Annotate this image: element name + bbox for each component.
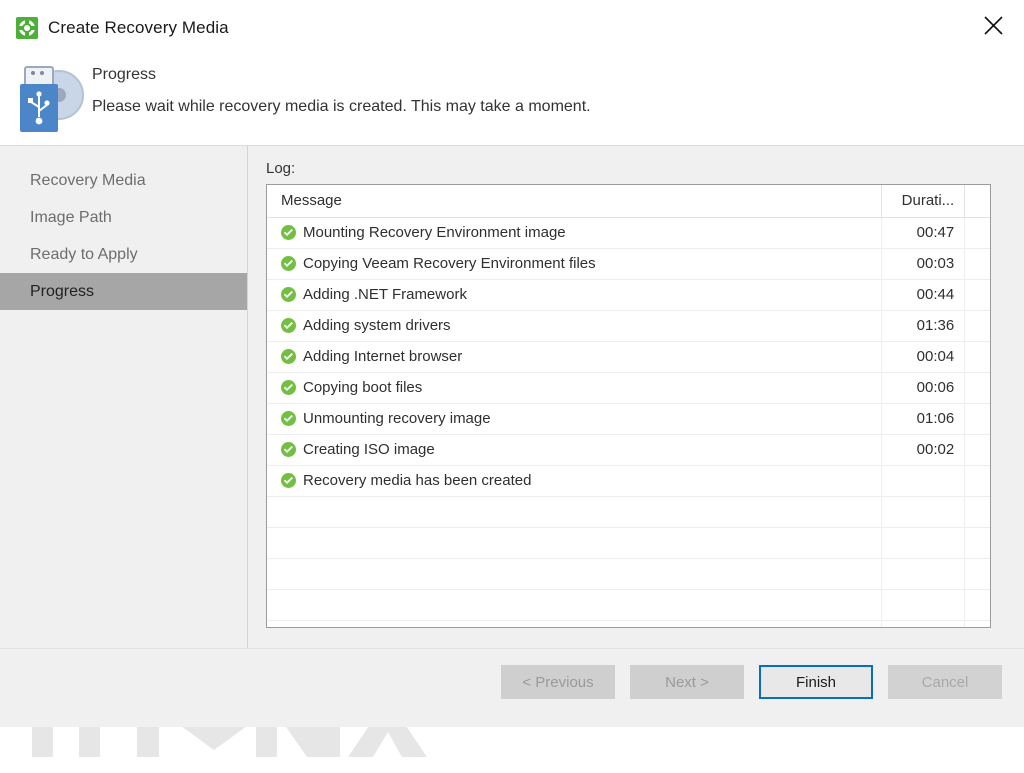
column-header-duration[interactable]: Durati... (881, 185, 966, 218)
table-row-empty (267, 496, 990, 528)
log-table: Message Durati... Mounting Recovery Envi… (267, 185, 990, 627)
sidebar-item-label: Ready to Apply (30, 245, 138, 263)
cancel-button[interactable]: Cancel (888, 665, 1002, 699)
sidebar-item-ready-to-apply[interactable]: Ready to Apply (0, 236, 247, 273)
row-spacer (964, 279, 990, 311)
sidebar-item-label: Image Path (30, 208, 112, 226)
log-duration: 01:36 (881, 310, 966, 342)
row-spacer (964, 403, 990, 435)
previous-button[interactable]: < Previous (501, 665, 615, 699)
dialog-header: Progress Please wait while recovery medi… (0, 56, 1024, 146)
log-duration: 00:04 (881, 341, 966, 373)
sidebar-item-label: Recovery Media (30, 171, 146, 189)
table-row[interactable]: Recovery media has been created (267, 465, 990, 497)
header-subtitle: Please wait while recovery media is crea… (92, 98, 591, 115)
success-check-icon (281, 318, 296, 333)
sidebar-item-progress[interactable]: Progress (0, 273, 247, 310)
log-message: Recovery media has been created (303, 472, 532, 489)
table-row-empty (267, 558, 990, 590)
table-row[interactable]: Mounting Recovery Environment image 00:4… (267, 217, 990, 249)
row-spacer (964, 310, 990, 342)
log-message: Creating ISO image (303, 441, 435, 458)
sidebar-item-image-path[interactable]: Image Path (0, 199, 247, 236)
log-duration: 00:44 (881, 279, 966, 311)
table-row[interactable]: Adding .NET Framework 00:44 (267, 279, 990, 311)
close-icon[interactable] (962, 0, 1024, 50)
log-message: Adding .NET Framework (303, 286, 467, 303)
success-check-icon (281, 442, 296, 457)
header-title: Progress (92, 66, 157, 83)
log-message: Unmounting recovery image (303, 410, 491, 427)
table-row[interactable]: Unmounting recovery image 01:06 (267, 403, 990, 435)
success-check-icon (281, 473, 296, 488)
window-title: Create Recovery Media (48, 18, 229, 37)
row-spacer (964, 217, 990, 249)
usb-disc-media-icon (0, 58, 92, 132)
table-row[interactable]: Copying boot files 00:06 (267, 372, 990, 404)
log-message: Mounting Recovery Environment image (303, 224, 566, 241)
success-check-icon (281, 225, 296, 240)
row-spacer (964, 372, 990, 404)
log-panel[interactable]: Message Durati... Mounting Recovery Envi… (266, 184, 991, 628)
success-check-icon (281, 256, 296, 271)
column-header-message[interactable]: Message (267, 185, 883, 218)
table-row-empty (267, 527, 990, 559)
sidebar-item-recovery-media[interactable]: Recovery Media (0, 162, 247, 199)
log-message: Adding Internet browser (303, 348, 463, 365)
veeam-lifebuoy-icon (16, 17, 38, 39)
log-message: Adding system drivers (303, 317, 451, 334)
table-row[interactable]: Adding Internet browser 00:04 (267, 341, 990, 373)
log-message: Copying Veeam Recovery Environment files (303, 255, 596, 272)
dialog-body: Recovery Media Image Path Ready to Apply… (0, 146, 1024, 757)
table-row[interactable]: Adding system drivers 01:36 (267, 310, 990, 342)
success-check-icon (281, 349, 296, 364)
success-check-icon (281, 411, 296, 426)
column-header-spacer (964, 185, 990, 218)
log-message: Copying boot files (303, 379, 423, 396)
log-duration: 00:03 (881, 248, 966, 280)
main-content: Log: Message Durati... Mounting Recovery… (248, 146, 1024, 648)
table-row-empty (267, 620, 990, 627)
title-bar: Create Recovery Media (0, 0, 1024, 56)
success-check-icon (281, 380, 296, 395)
next-button[interactable]: Next > (630, 665, 744, 699)
table-header-row: Message Durati... (267, 185, 990, 218)
row-spacer (964, 434, 990, 466)
finish-button[interactable]: Finish (759, 665, 873, 699)
table-row-empty (267, 589, 990, 621)
wizard-step-sidebar: Recovery Media Image Path Ready to Apply… (0, 146, 248, 648)
row-spacer (964, 341, 990, 373)
log-duration: 01:06 (881, 403, 966, 435)
create-recovery-media-dialog: Create Recovery Media Progress Please wa… (0, 0, 1024, 757)
log-label: Log: (266, 160, 296, 177)
log-duration: 00:06 (881, 372, 966, 404)
log-duration: 00:02 (881, 434, 966, 466)
success-check-icon (281, 287, 296, 302)
row-spacer (964, 248, 990, 280)
log-duration: 00:47 (881, 217, 966, 249)
log-table-body: Mounting Recovery Environment image 00:4… (267, 217, 990, 627)
table-row[interactable]: Copying Veeam Recovery Environment files… (267, 248, 990, 280)
sidebar-item-label: Progress (30, 282, 95, 300)
table-row[interactable]: Creating ISO image 00:02 (267, 434, 990, 466)
row-spacer (964, 465, 990, 497)
dialog-footer: < Previous Next > Finish Cancel (0, 648, 1024, 727)
log-duration (881, 465, 966, 497)
